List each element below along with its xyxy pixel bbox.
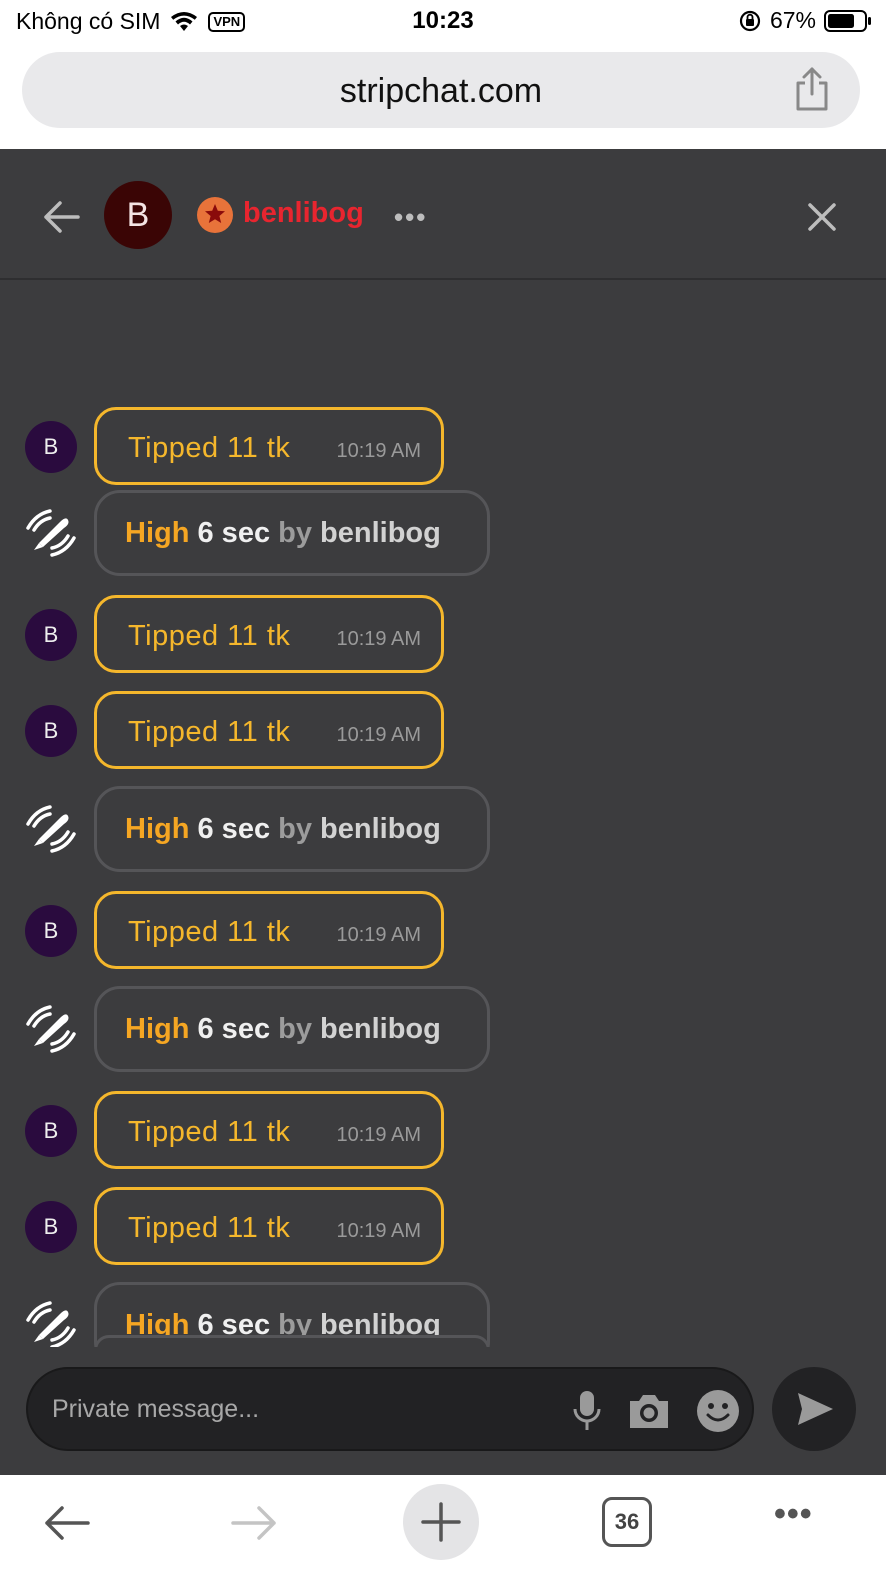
vibration-duration: 6 sec [197,813,271,845]
private-chat-panel: B Tipped 11 tk 10:19 AM High 6 sec by benli… [0,149,886,1475]
vibration-text: High 6 sec by benlibog [125,813,441,846]
sender-avatar[interactable]: B [25,1105,77,1157]
tip-bubble: Tipped 11 tk 10:19 AM [94,691,444,769]
more-options-icon[interactable]: ••• [394,202,427,233]
new-tab-button[interactable] [403,1484,479,1560]
message-timestamp: 10:19 AM [336,724,421,746]
orientation-lock-icon [739,10,761,31]
battery-icon [824,9,871,32]
close-icon[interactable] [806,201,838,233]
message-timestamp: 10:19 AM [336,628,421,650]
emoji-icon[interactable] [696,1389,740,1433]
vibrating-toy-icon [24,506,78,560]
microphone-icon[interactable] [572,1389,602,1433]
by-label: by [278,517,312,549]
vibration-bubble: High 6 sec by benlibog [94,490,490,576]
message-timestamp: 10:19 AM [336,440,421,462]
message-timestamp: 10:19 AM [336,1124,421,1146]
tip-text: Tipped 11 tk [128,1212,291,1244]
status-right: 67% [738,7,872,34]
status-bar: Không có SIM VPN 10:23 67% [0,0,886,46]
message-input-wrapper[interactable] [26,1367,754,1451]
message-list[interactable]: B Tipped 11 tk 10:19 AM High 6 sec by benli… [0,149,886,1465]
sender-avatar[interactable]: B [25,705,77,757]
tip-bubble: Tipped 11 tk 10:19 AM [94,407,444,485]
star-badge-icon [197,197,233,233]
vibrating-toy-icon [24,1298,78,1352]
camera-icon[interactable] [626,1391,672,1431]
address-bar[interactable]: stripchat.com [22,52,860,128]
browser-toolbar: 36 ••• [0,1475,886,1575]
send-icon [798,1393,833,1425]
back-arrow-icon[interactable] [40,197,84,237]
message-composer [0,1347,886,1475]
sender-avatar[interactable]: B [25,1201,77,1253]
tip-bubble: Tipped 11 tk 10:19 AM [94,1091,444,1169]
sender-avatar[interactable]: B [25,421,77,473]
chat-header: B benlibog ••• [0,149,886,280]
vibration-user: benlibog [320,1013,441,1045]
battery-percent: 67% [769,7,816,33]
tip-text: Tipped 11 tk [128,432,291,464]
chat-username[interactable]: benlibog [243,197,364,230]
share-icon[interactable] [792,66,832,112]
vibrating-toy-icon [24,1002,78,1056]
url-text: stripchat.com [339,72,543,110]
tip-text: Tipped 11 tk [128,620,291,652]
plus-icon [421,1502,461,1542]
vibration-bubble: High 6 sec by benlibog [94,786,490,872]
tip-bubble: Tipped 11 tk 10:19 AM [94,595,444,673]
vibration-bubble: High 6 sec by benlibog [94,986,490,1072]
vibration-user: benlibog [320,813,441,845]
tip-text: Tipped 11 tk [128,1116,291,1148]
vibrating-toy-icon [24,802,78,856]
send-button[interactable] [772,1367,856,1451]
tip-bubble: Tipped 11 tk 10:19 AM [94,1187,444,1265]
message-timestamp: 10:19 AM [336,924,421,946]
vibration-duration: 6 sec [197,517,271,549]
message-timestamp: 10:19 AM [336,1220,421,1242]
browser-forward-icon[interactable] [229,1503,279,1543]
tip-text: Tipped 11 tk [128,716,291,748]
vibration-level: High [125,1013,190,1045]
more-menu-icon[interactable]: ••• [774,1495,813,1534]
vibration-level: High [125,813,190,845]
vibration-user: benlibog [320,517,441,549]
tab-switcher-button[interactable]: 36 [602,1497,652,1547]
tip-text: Tipped 11 tk [128,916,291,948]
vibration-text: High 6 sec by benlibog [125,517,441,550]
browser-back-icon[interactable] [42,1503,92,1543]
vibration-level: High [125,517,190,549]
user-avatar[interactable]: B [104,181,172,249]
by-label: by [278,1013,312,1045]
tip-bubble: Tipped 11 tk 10:19 AM [94,891,444,969]
vibration-duration: 6 sec [197,1013,271,1045]
by-label: by [278,813,312,845]
vibration-text: High 6 sec by benlibog [125,1013,441,1046]
private-message-input[interactable] [52,1389,552,1429]
sender-avatar[interactable]: B [25,905,77,957]
sender-avatar[interactable]: B [25,609,77,661]
